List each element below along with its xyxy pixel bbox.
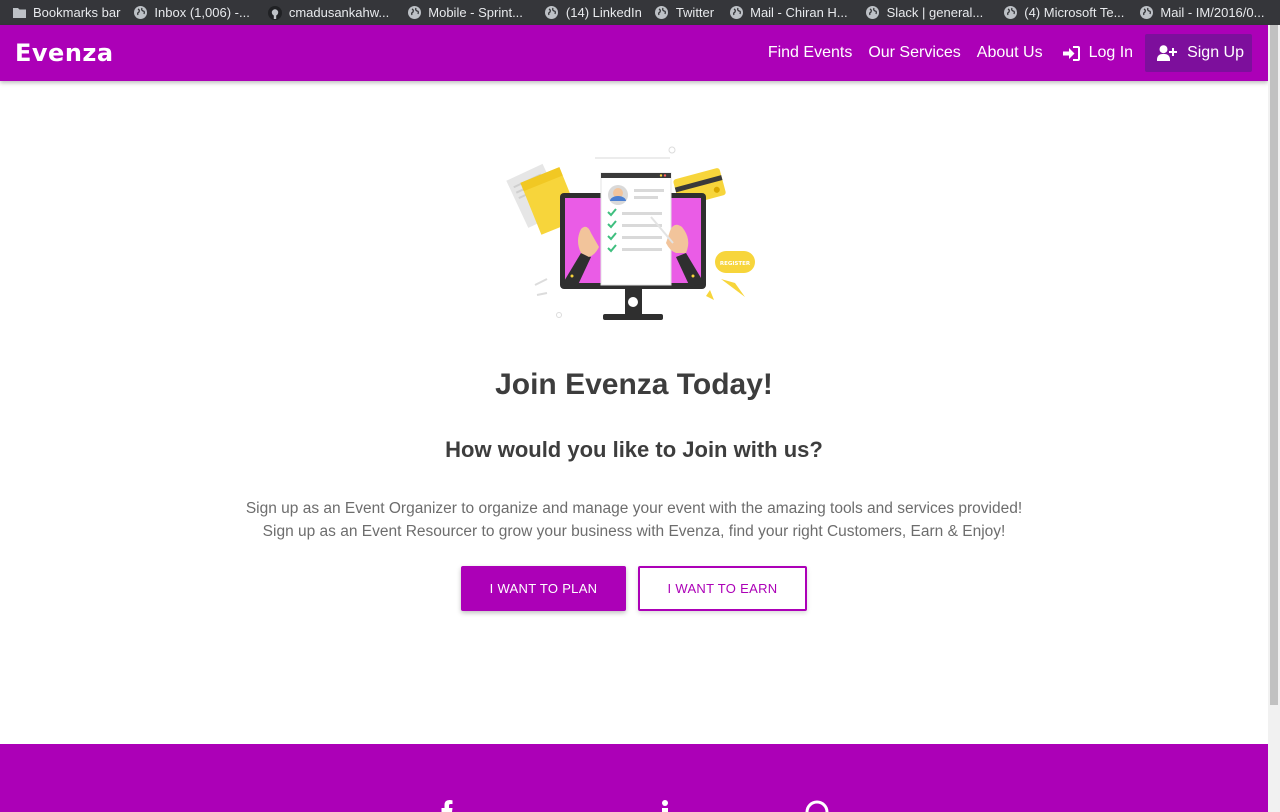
footer-social-icons [0, 800, 1268, 812]
globe-icon [866, 6, 880, 20]
bookmark-label: (4) Microsoft Te... [1024, 5, 1125, 20]
bookmark-item-linkedin[interactable]: (14) LinkedIn [523, 0, 642, 25]
globe-icon [1003, 6, 1017, 20]
login-label: Log In [1088, 44, 1134, 61]
page-scrollbar[interactable] [1268, 25, 1280, 812]
bookmark-label: Mobile - Sprint... [428, 5, 523, 20]
globe-icon [655, 6, 669, 20]
nav-login[interactable]: Log In [1055, 35, 1141, 71]
bookmark-item-microsoft-teams[interactable]: (4) Microsoft Te... [983, 0, 1124, 25]
nav-signup[interactable]: Sign Up [1145, 34, 1252, 72]
bookmark-item-mail-im[interactable]: Mail - IM/2016/0... [1124, 0, 1264, 25]
signup-label: Sign Up [1187, 44, 1244, 61]
bookmark-label: Twitter [675, 5, 715, 20]
bookmark-item-mobile-sprint[interactable]: Mobile - Sprint... [389, 0, 523, 25]
brand-logo[interactable]: Evenza [15, 39, 114, 67]
bookmark-label: Mail - IM/2016/0... [1160, 5, 1265, 20]
globe-icon [133, 6, 147, 20]
nav-our-services[interactable]: Our Services [860, 35, 968, 71]
folder-icon [12, 6, 26, 20]
globe-icon [1139, 6, 1153, 20]
description-organizer: Sign up as an Event Organizer to organiz… [245, 500, 1023, 517]
globe-icon [729, 6, 743, 20]
bookmark-item-mail-chiran[interactable]: Mail - Chiran H... [714, 0, 848, 25]
footer [0, 744, 1268, 812]
bookmark-label: Slack | general... [886, 5, 984, 20]
description-resourcer: Sign up as an Event Resourcer to grow yo… [262, 523, 1006, 540]
want-to-plan-button[interactable]: I WANT TO PLAN [461, 566, 626, 611]
page-title: Join Evenza Today! [495, 368, 773, 401]
register-pill-label: REGISTER [720, 261, 751, 267]
nav-links: Find Events Our Services About Us Log In… [760, 25, 1252, 81]
globe-icon [545, 6, 559, 20]
github-icon [267, 5, 282, 20]
facebook-icon[interactable] [440, 800, 454, 812]
bookmark-label: (14) LinkedIn [565, 5, 642, 20]
navbar: Evenza Find Events Our Services About Us… [0, 25, 1268, 81]
bookmark-item-bookmarks-bar[interactable]: Bookmarks bar [0, 0, 120, 25]
bookmark-label: Bookmarks bar [33, 5, 121, 20]
bookmark-label: Inbox (1,006) -... [154, 5, 250, 20]
signup-illustration: REGISTER [505, 145, 765, 330]
linkedin-icon[interactable] [660, 800, 670, 812]
instagram-icon[interactable] [805, 800, 829, 812]
bookmark-item-twitter[interactable]: Twitter [642, 0, 714, 25]
sign-in-icon [1062, 45, 1080, 61]
user-plus-icon [1157, 45, 1178, 61]
want-to-earn-button[interactable]: I WANT TO EARN [638, 566, 807, 611]
globe-icon [407, 6, 421, 20]
scrollbar-thumb[interactable] [1270, 25, 1278, 705]
bookmark-item-slack[interactable]: Slack | general... [848, 0, 984, 25]
bookmark-item-github[interactable]: cmadusankahw... [250, 0, 389, 25]
bookmark-label: cmadusankahw... [288, 5, 390, 20]
bookmark-item-inbox[interactable]: Inbox (1,006) -... [120, 0, 250, 25]
nav-find-events[interactable]: Find Events [760, 35, 860, 71]
bookmark-label: Mail - Chiran H... [750, 5, 848, 20]
nav-about-us[interactable]: About Us [969, 35, 1051, 71]
bookmarks-bar: Bookmarks bar Inbox (1,006) -... cmadusa… [0, 0, 1280, 25]
page-subtitle: How would you like to Join with us? [445, 437, 823, 462]
